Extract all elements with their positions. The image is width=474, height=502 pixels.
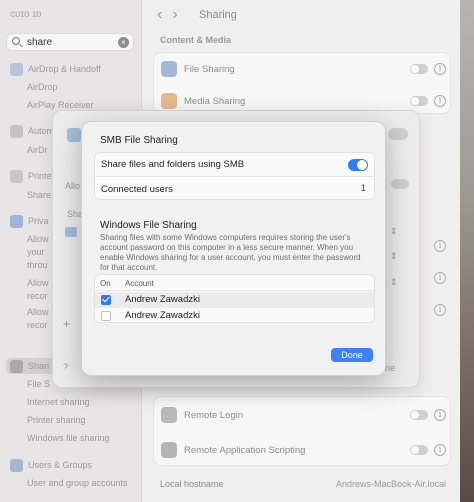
sidebar-subitem[interactable]: recor <box>27 288 48 304</box>
hostname-label: Local hostname <box>160 479 224 489</box>
stepper-icon[interactable]: ⇕ <box>390 277 398 288</box>
sidebar-subitem[interactable]: File S <box>27 376 50 392</box>
sidebar-item-users-groups[interactable]: Users & Groups <box>10 457 92 473</box>
table-row[interactable]: Andrew Zawadzki <box>95 292 374 308</box>
remote-scripting-toggle[interactable] <box>410 445 428 455</box>
remote-login-toggle[interactable] <box>410 410 428 420</box>
forward-icon[interactable]: › <box>172 6 187 23</box>
connected-users-label: Connected users <box>101 183 173 195</box>
sidebar-subitem[interactable]: AirDrop <box>27 79 58 95</box>
folder-icon <box>65 227 77 237</box>
stepper-icon[interactable]: ⇕ <box>390 226 398 237</box>
sidebar-title: ᴄᴜɪᴏ ɪɒ <box>10 9 42 20</box>
nav-arrows[interactable]: ‹› <box>157 6 188 24</box>
search-icon <box>12 37 20 45</box>
media-icon <box>161 93 177 109</box>
printer-icon <box>10 169 23 183</box>
info-icon[interactable]: i <box>434 409 446 421</box>
page-title: Sharing <box>199 9 237 21</box>
hostname-value: Andrews-MacBook-Air.local <box>335 479 446 489</box>
table-row[interactable]: Andrew Zawadzki <box>95 308 374 322</box>
sheet-text: Allo <box>65 181 81 191</box>
folder-icon <box>161 61 177 77</box>
sidebar-item-automation[interactable]: Autom <box>10 123 54 139</box>
folder-icon <box>67 128 81 142</box>
sidebar-subitem[interactable]: Share <box>27 187 51 203</box>
file-sharing-toggle[interactable] <box>410 64 428 74</box>
sidebar-subitem[interactable]: Internet sharing <box>27 394 90 410</box>
clear-search-icon[interactable]: × <box>118 37 129 48</box>
back-icon[interactable]: ‹ <box>157 6 172 23</box>
info-icon[interactable]: i <box>434 444 446 456</box>
file-sharing-row[interactable]: File Sharing <box>161 58 235 80</box>
remote-scripting-row[interactable]: Remote Application Scripting <box>161 439 305 461</box>
dialog-title: SMB File Sharing <box>100 135 178 146</box>
table-header: On Account <box>95 275 374 291</box>
info-icon[interactable]: i <box>434 63 446 75</box>
column-on: On <box>100 279 111 288</box>
sidebar-item-airdrop-handoff[interactable]: AirDrop & Handoff <box>10 61 101 77</box>
remote-login-row[interactable]: Remote Login <box>161 404 243 426</box>
section-header: Content & Media <box>160 35 231 45</box>
sidebar-subitem[interactable]: User and group accounts <box>27 475 128 491</box>
media-sharing-row[interactable]: Media Sharing <box>161 90 245 112</box>
share-smb-row[interactable]: Share files and folders using SMB <box>95 153 374 177</box>
sidebar-subitem[interactable]: Windows file sharing <box>27 430 110 446</box>
account-checkbox[interactable] <box>101 295 111 305</box>
share-smb-toggle[interactable] <box>348 159 368 171</box>
sheet-toggle[interactable] <box>388 128 408 140</box>
add-icon[interactable]: + <box>63 317 70 331</box>
smb-settings-group: Share files and folders using SMB Connec… <box>94 152 375 200</box>
help-icon[interactable]: ? <box>63 362 68 372</box>
sidebar-item-printers[interactable]: Printe <box>10 168 52 184</box>
users-icon <box>10 458 23 472</box>
done-button[interactable]: Done <box>331 348 373 362</box>
sidebar-subitem[interactable]: recor <box>27 317 48 333</box>
airdrop-icon <box>10 62 23 76</box>
account-name: Andrew Zawadzki <box>125 310 200 321</box>
desktop-wallpaper <box>460 0 474 502</box>
smb-dialog: SMB File Sharing Share files and folders… <box>81 121 386 376</box>
sidebar-subitem[interactable]: Printer sharing <box>27 412 86 428</box>
sharing-icon <box>10 359 23 373</box>
sidebar-subitem[interactable]: AirDr <box>27 142 48 158</box>
stepper-icon[interactable]: ⇕ <box>390 251 398 262</box>
account-checkbox[interactable] <box>101 311 111 321</box>
account-name: Andrew Zawadzki <box>125 294 200 305</box>
share-smb-label: Share files and folders using SMB <box>101 159 245 170</box>
info-icon[interactable]: i <box>434 95 446 107</box>
accounts-table: On Account Andrew Zawadzki Andrew Zawadz… <box>94 274 375 323</box>
media-sharing-toggle[interactable] <box>410 96 428 106</box>
search-field[interactable]: share × <box>6 33 134 51</box>
connected-users-count: 1 <box>360 183 366 194</box>
info-icon[interactable]: i <box>434 240 446 252</box>
sheet-text: ne <box>385 363 396 373</box>
info-icon[interactable]: i <box>434 304 446 316</box>
automation-icon <box>10 124 23 138</box>
sidebar-subitem[interactable]: throu <box>27 257 48 273</box>
sheet-toggle[interactable] <box>391 179 409 189</box>
info-icon[interactable]: i <box>434 272 446 284</box>
privacy-hand-icon <box>10 214 23 228</box>
search-input[interactable]: share <box>27 37 52 48</box>
connected-users-row: Connected users 1 <box>95 177 374 201</box>
terminal-icon <box>161 407 177 423</box>
script-icon <box>161 442 177 458</box>
windows-sharing-title: Windows File Sharing <box>100 220 197 231</box>
column-account: Account <box>125 279 154 288</box>
sidebar-item-privacy[interactable]: Priva <box>10 213 49 229</box>
windows-sharing-description: Sharing files with some Windows computer… <box>100 233 361 272</box>
